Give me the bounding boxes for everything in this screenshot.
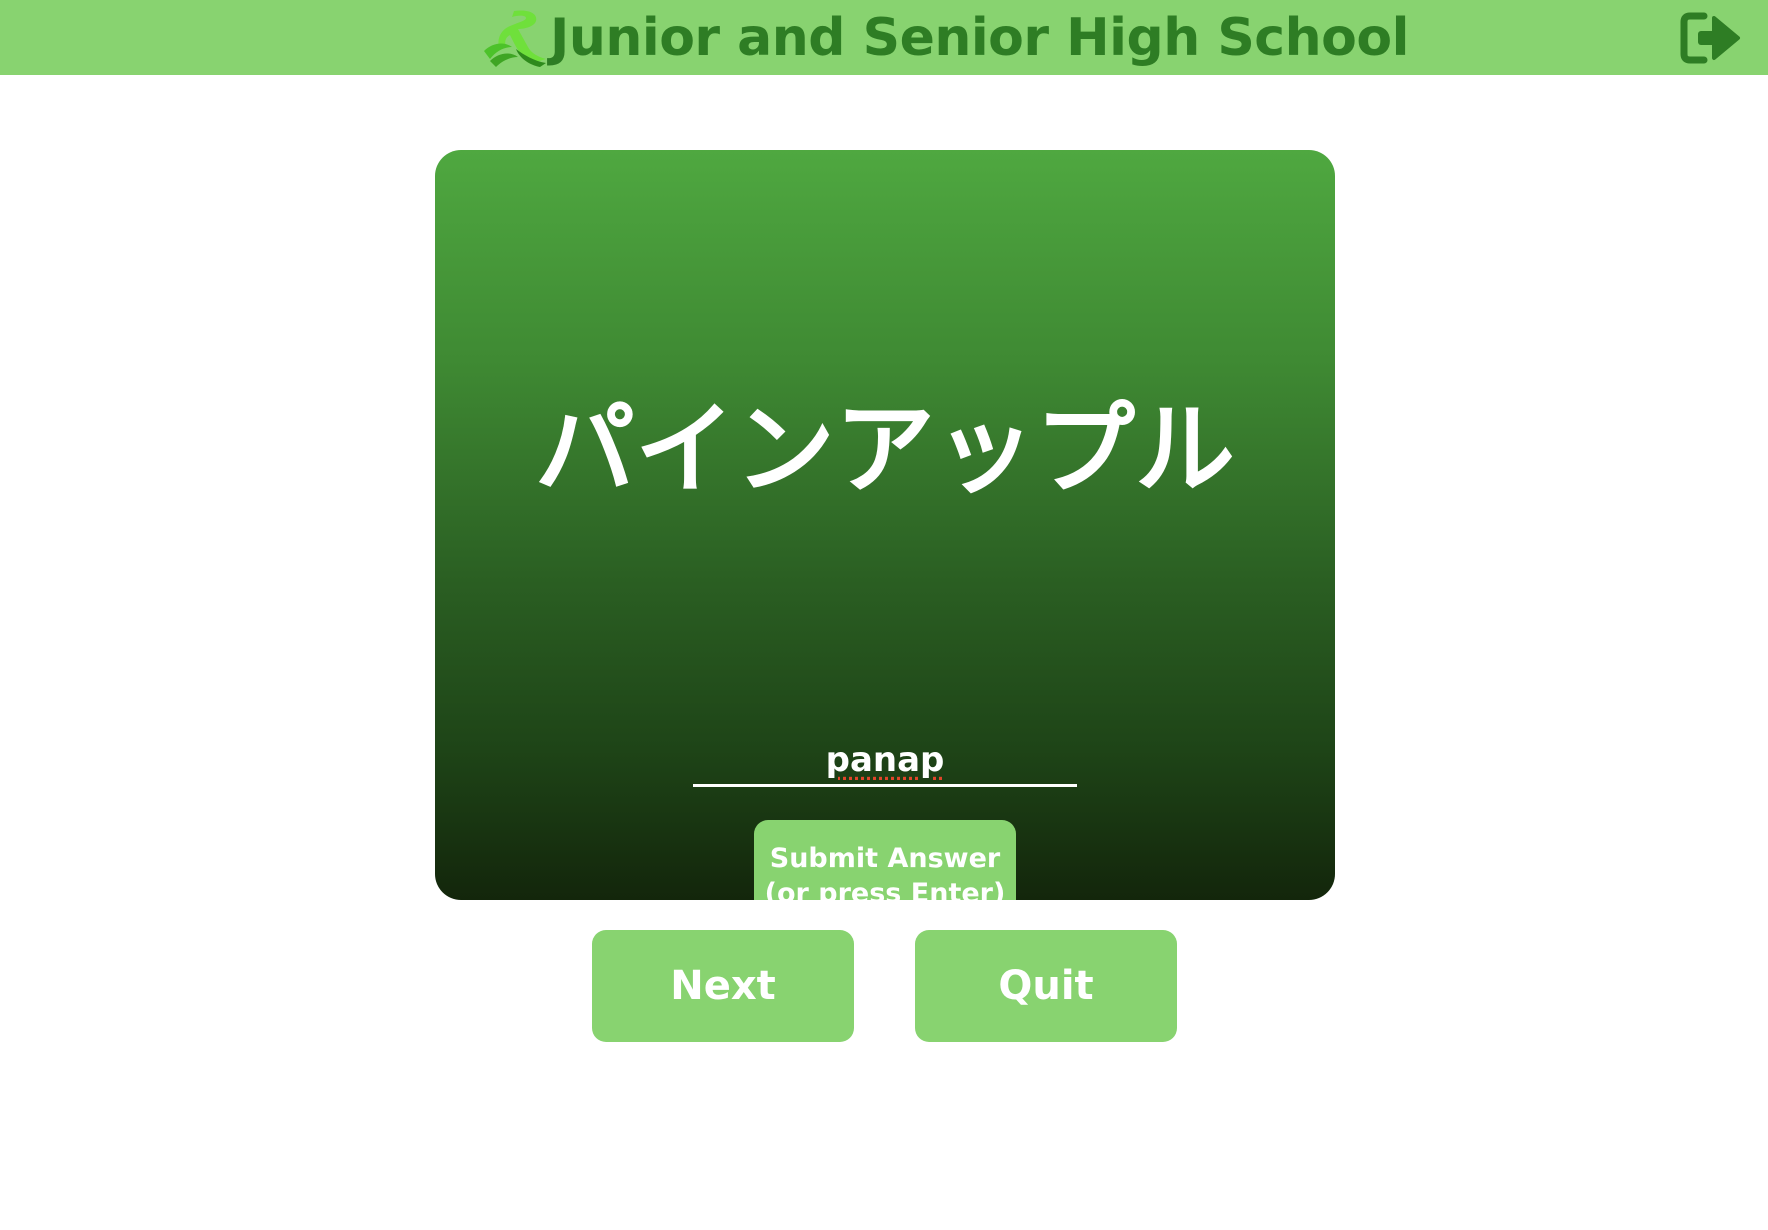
sign-out-icon: [1680, 12, 1740, 64]
flashcard: パインアップル Submit Answer (or press Enter): [435, 150, 1335, 900]
app-title: Junior and Senior High School: [550, 8, 1409, 68]
submit-answer-button[interactable]: Submit Answer (or press Enter): [754, 820, 1016, 900]
brand: Junior and Senior High School: [476, 6, 1409, 70]
quit-button[interactable]: Quit: [915, 930, 1177, 1042]
answer-input[interactable]: [693, 735, 1077, 787]
next-button[interactable]: Next: [592, 930, 854, 1042]
school-crest-logo: [484, 10, 546, 67]
logout-button[interactable]: [1678, 10, 1742, 66]
top-bar: Junior and Senior High School: [0, 0, 1768, 75]
prompt-word: パインアップル: [535, 391, 1235, 508]
